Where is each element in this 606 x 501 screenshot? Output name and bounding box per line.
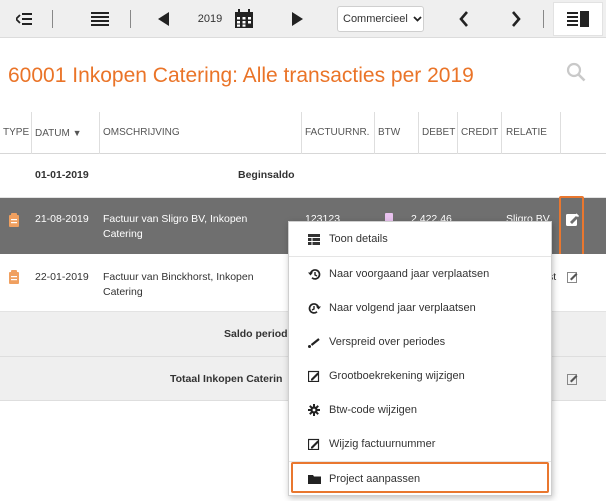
history-back-icon: [307, 267, 321, 281]
toolbar-divider: [52, 10, 53, 28]
column-divider: [501, 112, 502, 154]
menu-item-label: Wijzig factuurnummer: [329, 438, 436, 450]
col-credit[interactable]: CREDIT: [461, 112, 498, 154]
col-factuurnr[interactable]: FACTUURNR.: [305, 112, 369, 154]
edit-box-icon: [307, 369, 321, 383]
row-description-line2: Catering: [103, 286, 143, 298]
begin-label: Beginsaldo: [238, 169, 295, 181]
col-debet[interactable]: DEBET: [422, 112, 455, 154]
col-relatie[interactable]: RELATIE: [506, 112, 547, 154]
row-edit-button[interactable]: [567, 271, 579, 288]
triangle-right-icon: [292, 12, 303, 26]
menu-item-label: Grootboekrekening wijzigen: [329, 370, 465, 382]
column-divider: [457, 112, 458, 154]
toolbar-divider: [130, 10, 131, 28]
begin-date: 01-01-2019: [35, 169, 89, 181]
collapse-left-icon: [16, 13, 32, 25]
triangle-left-icon: [158, 12, 169, 26]
view-select[interactable]: Commercieel: [337, 6, 424, 32]
search-icon: [566, 62, 586, 82]
column-divider: [418, 112, 419, 154]
row-edit-button[interactable]: [567, 373, 579, 390]
toolbar: 2019 Commercieel: [0, 0, 606, 38]
chevron-down-icon: [413, 14, 422, 24]
column-divider: [99, 112, 100, 154]
row-date: 21-08-2019: [35, 213, 89, 225]
column-divider: [374, 112, 375, 154]
view-select-value: Commercieel: [343, 13, 408, 25]
column-divider: [301, 112, 302, 154]
toggle-panel-button[interactable]: [553, 2, 603, 36]
invoice-type-icon: [8, 213, 20, 233]
invoice-type-icon: [8, 270, 20, 290]
edit-box-icon: [307, 437, 321, 451]
gear-icon: [307, 403, 321, 417]
context-menu: Toon details Naar voorgaand jaar verplaa…: [288, 221, 552, 496]
table-icon: [307, 232, 321, 246]
menu-item-grootboek[interactable]: Grootboekrekening wijzigen: [289, 359, 551, 393]
menu-item-label: Verspreid over periodes: [329, 336, 446, 348]
menu-item-spread-periods[interactable]: Verspreid over periodes: [289, 325, 551, 359]
hamburger-icon: [91, 12, 109, 26]
calendar-button[interactable]: [230, 0, 258, 38]
panel-right-icon: [567, 11, 589, 27]
table-header: TYPE DATUM ▼ OMSCHRIJVING FACTUURNR. BTW…: [0, 112, 606, 154]
toolbar-divider: [543, 10, 544, 28]
row-description-line1: Factuur van Binckhorst, Inkopen: [103, 271, 254, 283]
menu-item-next-year[interactable]: Naar volgend jaar verplaatsen: [289, 291, 551, 325]
history-forward-icon: [307, 301, 321, 315]
calendar-icon: [235, 9, 253, 28]
menu-item-toon-details[interactable]: Toon details: [289, 222, 551, 256]
sort-desc-icon: ▼: [72, 128, 82, 138]
col-datum-label: DATUM: [35, 128, 70, 139]
search-button[interactable]: [566, 62, 586, 85]
menu-item-btw-code[interactable]: Btw-code wijzigen: [289, 393, 551, 427]
menu-item-factuurnummer[interactable]: Wijzig factuurnummer: [289, 427, 551, 461]
next-button[interactable]: [504, 0, 528, 38]
col-omschrijving[interactable]: OMSCHRIJVING: [103, 112, 180, 154]
previous-button[interactable]: [452, 0, 476, 38]
menu-item-label: Naar voorgaand jaar verplaatsen: [329, 268, 490, 280]
chevron-left-icon: [459, 11, 468, 27]
menu-button[interactable]: [86, 0, 114, 38]
col-type[interactable]: TYPE: [3, 112, 29, 154]
edit-icon: [567, 272, 578, 283]
menu-item-label: Naar volgend jaar verplaatsen: [329, 302, 476, 314]
menu-item-previous-year[interactable]: Naar voorgaand jaar verplaatsen: [289, 257, 551, 291]
collapse-sidebar-button[interactable]: [10, 0, 38, 38]
saldo-label: Saldo period: [224, 328, 288, 340]
row-description-line1: Factuur van Sligro BV, Inkopen: [103, 213, 248, 225]
chevron-right-icon: [512, 11, 521, 27]
page-title: 60001 Inkopen Catering: Alle transacties…: [8, 64, 474, 87]
row-description-line2: Catering: [103, 228, 143, 240]
col-datum[interactable]: DATUM ▼: [35, 112, 82, 154]
totaal-label: Totaal Inkopen Caterin: [170, 373, 283, 385]
menu-item-label: Toon details: [329, 233, 388, 245]
menu-item-label: Btw-code wijzigen: [329, 404, 418, 416]
col-btw[interactable]: BTW: [378, 112, 400, 154]
previous-year-button[interactable]: [152, 0, 176, 38]
next-year-button[interactable]: [285, 0, 309, 38]
edit-highlight-box: [559, 196, 584, 256]
row-date: 22-01-2019: [35, 271, 89, 283]
spread-icon: [307, 335, 321, 349]
year-label: 2019: [197, 13, 223, 25]
edit-icon: [567, 374, 578, 385]
project-highlight-box: [291, 462, 549, 493]
table-row-beginsaldo: 01-01-2019 Beginsaldo: [0, 154, 606, 198]
